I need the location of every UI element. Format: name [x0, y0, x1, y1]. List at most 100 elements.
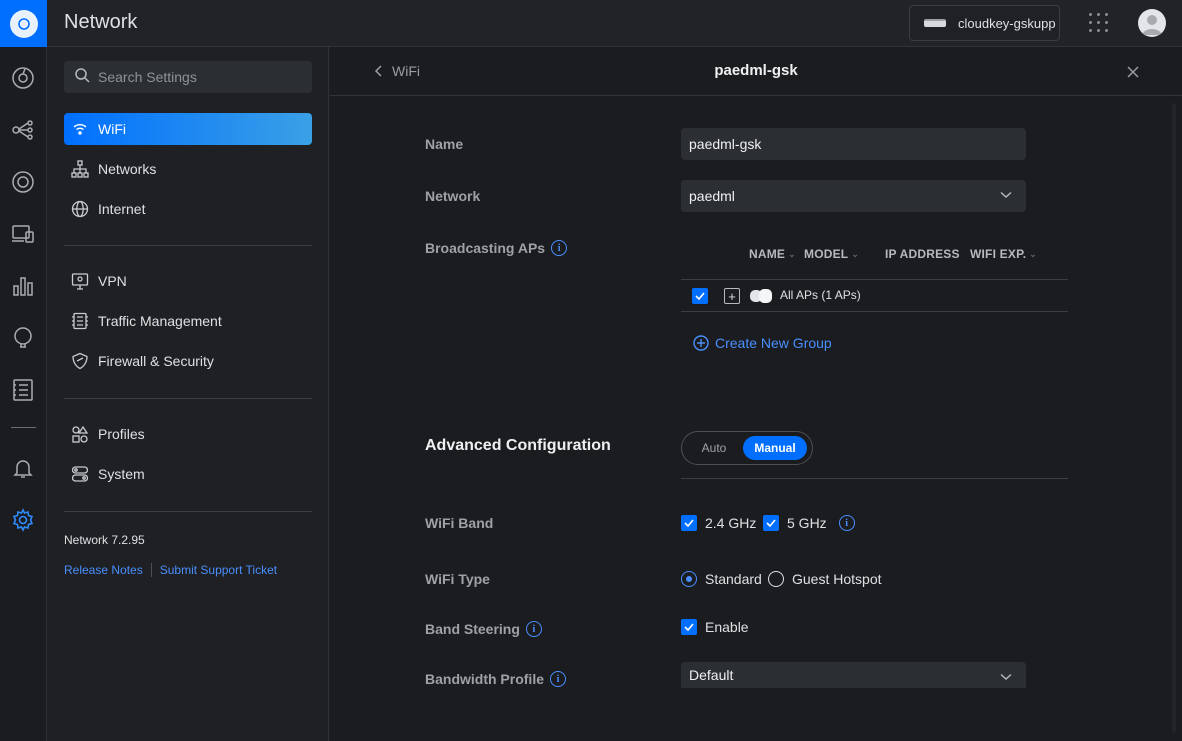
column-wifi-exp-text: WIFI EXP. — [970, 247, 1027, 261]
sort-icon: ⌄ — [851, 248, 860, 259]
console-selector[interactable]: cloudkey-gskupp — [909, 5, 1060, 41]
system-icon — [70, 464, 90, 484]
unifi-logo-button[interactable] — [0, 0, 47, 47]
sidebar-item-label: Profiles — [98, 426, 145, 442]
band-steering-enable-label: Enable — [705, 619, 749, 635]
band-24-checkbox[interactable] — [681, 515, 697, 531]
column-model-text: MODEL — [804, 247, 849, 261]
network-label-text: Network — [425, 188, 481, 204]
band-steering-label: Band Steering i — [425, 621, 542, 637]
checkmark-icon — [684, 623, 694, 631]
close-icon[interactable] — [1125, 64, 1141, 80]
column-header-ip-address[interactable]: IP ADDRESS — [885, 247, 960, 261]
statistics-icon[interactable] — [10, 273, 36, 299]
insights-icon[interactable] — [10, 325, 36, 351]
sidebar-item-firewall-security[interactable]: Firewall & Security — [64, 345, 312, 377]
panel-title: paedml-gsk — [714, 62, 798, 79]
wifi-type-standard-option[interactable]: Standard — [681, 571, 762, 587]
devices-icon[interactable] — [10, 169, 36, 195]
info-icon[interactable]: i — [550, 671, 566, 687]
guest-hotspot-radio[interactable] — [768, 571, 784, 587]
sidebar-item-internet[interactable]: Internet — [64, 193, 312, 225]
wifi-band-label-text: WiFi Band — [425, 515, 494, 531]
chevron-down-icon — [1000, 673, 1012, 680]
sidebar-item-traffic-management[interactable]: Traffic Management — [64, 305, 312, 337]
sidebar-item-wifi[interactable]: WiFi — [64, 113, 312, 145]
checkmark-icon — [695, 292, 705, 300]
all-aps-checkbox[interactable] — [692, 288, 708, 304]
user-avatar[interactable] — [1138, 9, 1166, 37]
search-input[interactable] — [98, 69, 298, 85]
sidebar-item-label: Internet — [98, 201, 146, 217]
dashboard-icon[interactable] — [10, 65, 36, 91]
table-divider — [681, 279, 1068, 280]
clients-icon[interactable] — [10, 221, 36, 247]
version-label: Network 7.2.95 — [64, 533, 145, 547]
checkmark-icon — [766, 519, 776, 527]
wifi-type-label: WiFi Type — [425, 571, 490, 587]
app-switcher-icon[interactable] — [1089, 13, 1109, 33]
search-settings[interactable] — [64, 61, 312, 93]
notifications-icon[interactable] — [10, 455, 36, 481]
sidebar-item-label: VPN — [98, 273, 127, 289]
band-5-label: 5 GHz — [787, 515, 827, 531]
sort-icon: ⌄ — [788, 248, 796, 259]
expand-group-button[interactable]: + — [724, 288, 740, 304]
advanced-mode-toggle[interactable]: Auto Manual — [681, 431, 813, 465]
name-field[interactable] — [681, 128, 1026, 160]
create-new-group-label: Create New Group — [715, 335, 832, 351]
bandwidth-profile-select[interactable]: Default — [681, 662, 1026, 688]
name-input[interactable] — [689, 136, 1009, 152]
band-steering-checkbox[interactable] — [681, 619, 697, 635]
sidebar-item-profiles[interactable]: Profiles — [64, 418, 312, 450]
sidebar-item-vpn[interactable]: VPN — [64, 265, 312, 297]
release-notes-link[interactable]: Release Notes — [64, 563, 143, 577]
band-5-checkbox[interactable] — [763, 515, 779, 531]
column-header-name[interactable]: NAME ⌄ — [749, 247, 796, 261]
standard-radio[interactable] — [681, 571, 697, 587]
sidebar-item-label: Traffic Management — [98, 313, 222, 329]
info-icon[interactable]: i — [838, 515, 855, 531]
console-name: cloudkey-gskupp — [958, 15, 1056, 31]
access-point-icon — [750, 289, 772, 303]
info-icon[interactable]: i — [551, 240, 568, 256]
wifi-band-label: WiFi Band — [425, 515, 493, 531]
manual-option[interactable]: Manual — [743, 436, 807, 460]
settings-icon[interactable] — [10, 507, 36, 533]
topology-icon[interactable] — [10, 117, 36, 143]
column-name-text: NAME — [749, 247, 786, 261]
sidebar-divider — [64, 398, 312, 399]
band-5-option[interactable]: 5 GHz i — [763, 515, 855, 531]
info-icon[interactable]: i — [525, 621, 542, 637]
panel-header: WiFi paedml-gsk — [330, 47, 1182, 96]
cloudkey-icon — [924, 19, 946, 27]
support-ticket-link[interactable]: Submit Support Ticket — [160, 563, 277, 577]
network-label: Network — [425, 188, 480, 204]
scrollbar[interactable] — [1172, 103, 1176, 733]
band-steering-option[interactable]: Enable — [681, 619, 749, 635]
globe-icon — [70, 199, 90, 219]
logs-icon[interactable] — [10, 377, 36, 403]
sidebar-item-label: Networks — [98, 161, 157, 177]
create-new-group-button[interactable]: Create New Group — [693, 335, 832, 351]
network-select[interactable]: paedml — [681, 180, 1026, 212]
wifi-icon — [70, 119, 90, 139]
sidebar-item-label: System — [98, 466, 145, 482]
bandwidth-profile-label-text: Bandwidth Profile — [425, 671, 544, 687]
band-24-option[interactable]: 2.4 GHz — [681, 515, 756, 531]
bandwidth-profile-label: Bandwidth Profile i — [425, 671, 566, 687]
sidebar-item-system[interactable]: System — [64, 458, 312, 490]
column-header-model[interactable]: MODEL ⌄ — [804, 247, 859, 261]
advanced-configuration-title: Advanced Configuration — [425, 437, 611, 454]
sidebar-item-networks[interactable]: Networks — [64, 153, 312, 185]
name-label: Name — [425, 136, 463, 152]
top-bar: Network cloudkey-gskupp — [0, 0, 1182, 47]
column-ip-text: IP ADDRESS — [885, 247, 960, 261]
guest-hotspot-label: Guest Hotspot — [792, 571, 882, 587]
band-24-label: 2.4 GHz — [705, 515, 757, 531]
network-select-value: paedml — [689, 188, 735, 204]
column-header-wifi-experience[interactable]: WIFI EXP. ⌄ — [970, 247, 1037, 261]
wifi-type-guest-option[interactable]: Guest Hotspot — [768, 571, 882, 587]
auto-option[interactable]: Auto — [685, 436, 743, 460]
standard-label: Standard — [705, 571, 762, 587]
